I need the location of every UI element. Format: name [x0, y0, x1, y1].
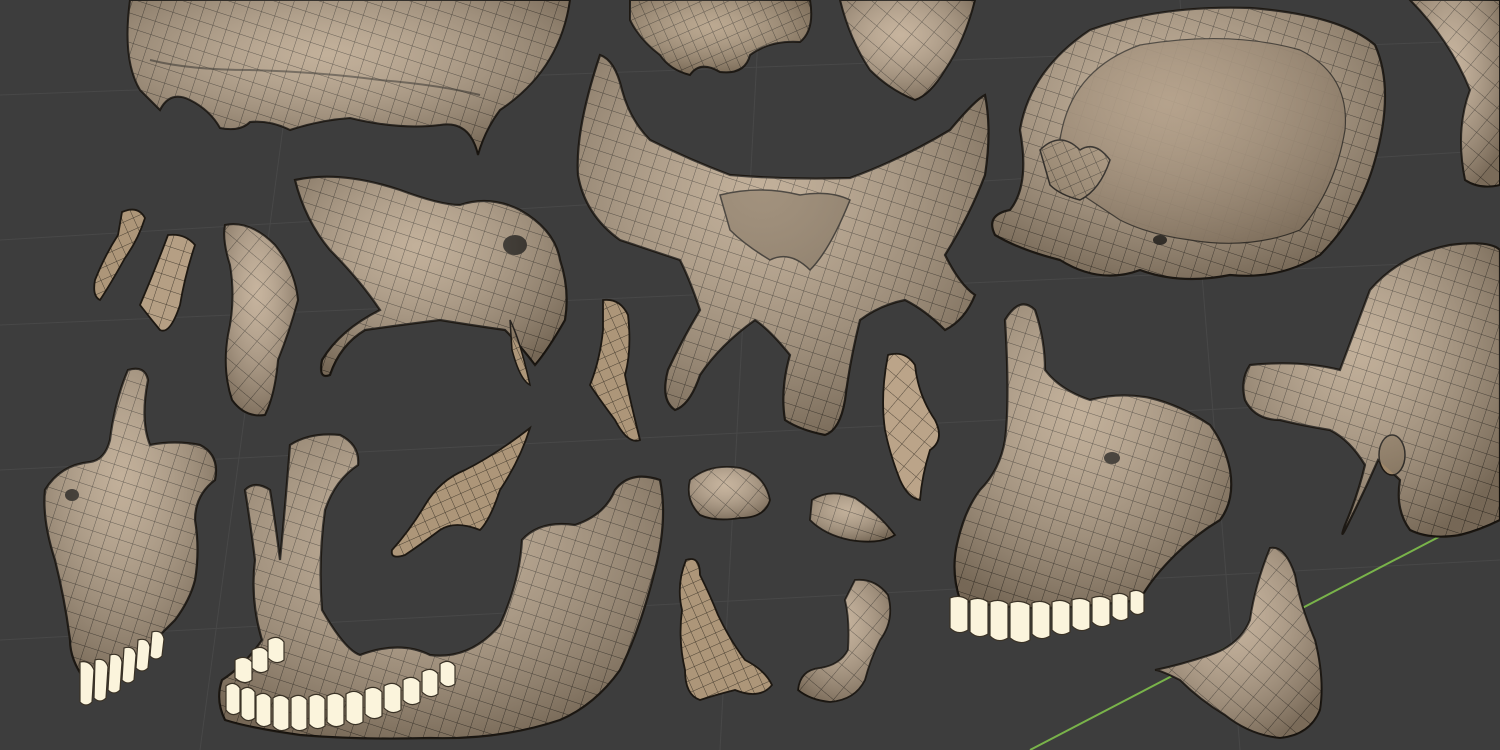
frontal-bone[interactable] [991, 6, 1387, 281]
3d-viewport[interactable] [0, 0, 1500, 750]
ethmoid-fragment[interactable] [588, 298, 642, 442]
zygomatic-bone-right[interactable] [809, 492, 897, 543]
vomer-fragment[interactable] [629, 0, 813, 77]
maxilla-right[interactable] [949, 303, 1233, 644]
scene-canvas[interactable] [0, 0, 1500, 750]
temporal-bone[interactable] [293, 175, 568, 387]
nasal-cavity-fragment[interactable] [126, 0, 572, 156]
hyoid-fragment-left[interactable] [678, 558, 774, 701]
frontal-edge-right[interactable] [1408, 0, 1500, 188]
temporal-bone-right[interactable] [1242, 242, 1500, 538]
nasal-bone-left[interactable] [93, 208, 146, 302]
palatine-fragment[interactable] [882, 352, 940, 502]
hyoid-fragment-right[interactable] [797, 578, 892, 703]
lacrimal-bone[interactable] [223, 223, 300, 417]
zygomatic-bone-left[interactable] [687, 465, 771, 521]
nasal-bone-right[interactable] [138, 233, 197, 332]
maxilla-left[interactable] [43, 367, 218, 706]
zygomatic-arch-fragment[interactable] [838, 0, 977, 102]
pterygoid-fragment[interactable] [1154, 546, 1323, 740]
sphenoid-bone[interactable] [576, 53, 990, 437]
mandible[interactable] [218, 433, 665, 740]
